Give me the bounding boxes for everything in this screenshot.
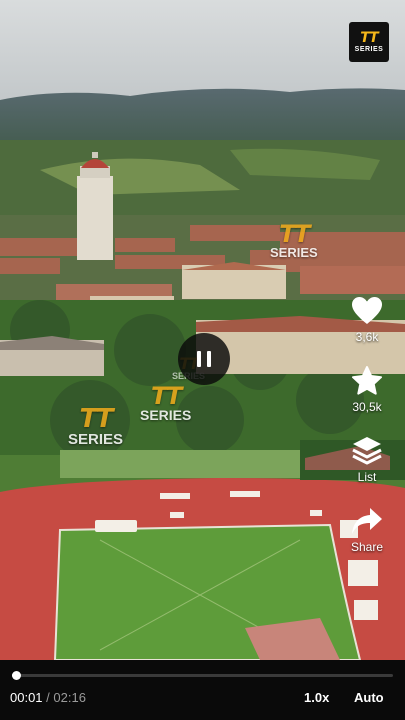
quality-button[interactable]: Auto [354,690,384,705]
duration: 02:16 [53,690,86,705]
share-icon [350,504,384,538]
brand-logo-word: SERIES [354,46,384,53]
like-button[interactable]: 3,6k [343,294,391,344]
share-button[interactable]: Share [343,504,391,554]
watermark-word: SERIES [140,407,192,423]
star-icon [350,364,384,398]
pause-icon [194,351,214,367]
progress-handle[interactable] [12,671,21,680]
list-label: List [357,470,377,484]
favorite-button[interactable]: 30,5k [343,364,391,414]
pause-button[interactable] [178,333,230,385]
playback-speed-button[interactable]: 1.0x [304,690,329,705]
brand-logo: TT SERIES [349,22,389,62]
progress-bar[interactable] [12,671,393,680]
share-label: Share [350,540,384,554]
side-action-bar: 3,6k 30,5k List Share [343,294,391,574]
watermark-logo: TT SERIES [140,384,191,422]
time-separator: / [46,690,50,705]
current-time: 00:01 [10,690,43,705]
watermark-logo: TT SERIES [68,406,123,447]
watermark-word: SERIES [270,245,318,260]
favorite-count: 30,5k [352,400,382,414]
list-button[interactable]: List [343,434,391,484]
watermark-mark: TT [279,220,310,248]
like-count: 3,6k [355,330,379,344]
watermark-word: SERIES [68,431,124,448]
list-icon [350,434,384,468]
time-display: 00:01 / 02:16 [10,690,86,705]
watermark-mark: TT [79,404,113,434]
watermark-mark: TT [151,382,182,410]
watermark-logo: TT SERIES [270,222,318,259]
heart-icon [350,294,384,328]
player-controls: 00:01 / 02:16 1.0x Auto [0,660,405,720]
brand-logo-mark: TT [360,30,378,46]
